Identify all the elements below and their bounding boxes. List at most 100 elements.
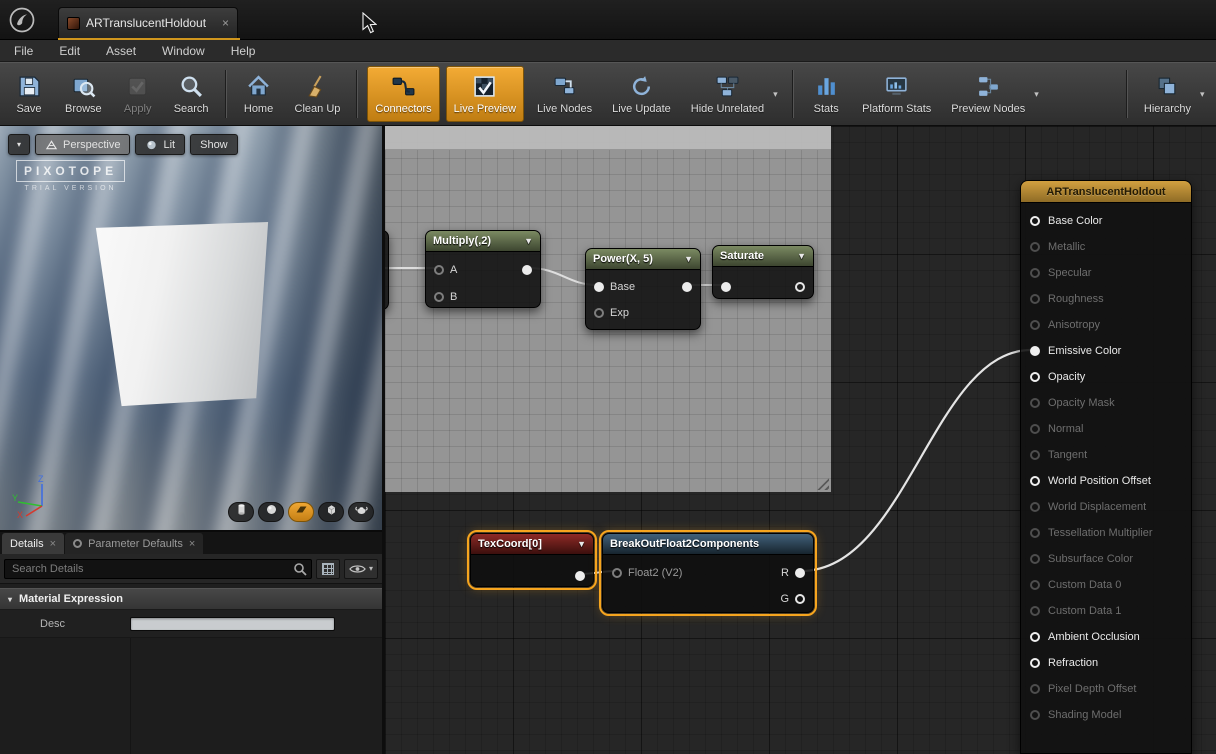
- comment-resize-handle[interactable]: [816, 477, 829, 490]
- mesh-plane-button[interactable]: [288, 502, 314, 522]
- pin-icon[interactable]: [1030, 346, 1040, 356]
- pin-icon[interactable]: [1030, 424, 1040, 434]
- pin-icon[interactable]: [1030, 216, 1040, 226]
- chevron-down-icon[interactable]: ▼: [684, 254, 693, 264]
- show-button[interactable]: Show: [190, 134, 238, 155]
- material-pin-opacity-mask[interactable]: Opacity Mask: [1021, 390, 1191, 416]
- tab-close-icon[interactable]: ×: [222, 16, 229, 30]
- live-preview-button[interactable]: Live Preview: [446, 66, 524, 122]
- preview-nodes-button[interactable]: Preview Nodes: [944, 66, 1032, 122]
- section-material-expression[interactable]: ▾ Material Expression: [0, 588, 382, 610]
- menu-window[interactable]: Window: [162, 44, 205, 58]
- output-pin[interactable]: [682, 282, 692, 292]
- material-pin-ambient-occlusion[interactable]: Ambient Occlusion: [1021, 624, 1191, 650]
- material-pin-custom-data-1[interactable]: Custom Data 1: [1021, 598, 1191, 624]
- material-pin-specular[interactable]: Specular: [1021, 260, 1191, 286]
- pin-icon[interactable]: [1030, 632, 1040, 642]
- pin-icon[interactable]: [1030, 242, 1040, 252]
- comment-box-header[interactable]: [385, 126, 831, 150]
- save-button[interactable]: Save: [6, 66, 52, 122]
- chevron-down-icon[interactable]: ▾: [1200, 89, 1210, 100]
- close-icon[interactable]: ×: [50, 538, 56, 550]
- material-pin-pixel-depth-offset[interactable]: Pixel Depth Offset: [1021, 676, 1191, 702]
- material-pin-subsurface-color[interactable]: Subsurface Color: [1021, 546, 1191, 572]
- mesh-teapot-button[interactable]: [348, 502, 374, 522]
- node-saturate[interactable]: Saturate ▼: [712, 245, 814, 299]
- node-header[interactable]: Multiply(,2) ▼: [426, 231, 540, 252]
- input-pin[interactable]: [721, 282, 731, 292]
- hierarchy-button[interactable]: Hierarchy: [1137, 66, 1198, 122]
- node-power[interactable]: Power(X, 5) ▼ Base Exp: [585, 248, 701, 330]
- menu-help[interactable]: Help: [231, 44, 256, 58]
- pin-icon[interactable]: [1030, 684, 1040, 694]
- material-pin-emissive-color[interactable]: Emissive Color: [1021, 338, 1191, 364]
- connectors-button[interactable]: Connectors: [367, 66, 439, 122]
- visibility-filter-button[interactable]: ▾: [344, 559, 378, 579]
- input-pin-b[interactable]: [434, 292, 444, 302]
- live-nodes-button[interactable]: Live Nodes: [530, 66, 599, 122]
- chevron-down-icon[interactable]: ▼: [797, 251, 806, 261]
- platform-stats-button[interactable]: Platform Stats: [855, 66, 938, 122]
- pin-icon[interactable]: [1030, 528, 1040, 538]
- close-icon[interactable]: ×: [189, 538, 195, 550]
- menu-edit[interactable]: Edit: [59, 44, 80, 58]
- asset-tab[interactable]: ARTranslucentHoldout ×: [58, 7, 238, 38]
- node-texcoord[interactable]: TexCoord[0] ▼: [470, 533, 594, 587]
- hide-unrelated-button[interactable]: Hide Unrelated: [684, 66, 771, 122]
- pin-icon[interactable]: [1030, 268, 1040, 278]
- pin-icon[interactable]: [1030, 398, 1040, 408]
- material-graph[interactable]: Multiply(,2) ▼ A B Power(X, 5) ▼: [385, 126, 1216, 754]
- pin-icon[interactable]: [1030, 710, 1040, 720]
- mesh-cylinder-button[interactable]: [228, 502, 254, 522]
- display-filter-button[interactable]: [316, 559, 340, 579]
- perspective-button[interactable]: Perspective: [35, 134, 130, 155]
- input-pin-a[interactable]: [434, 265, 444, 275]
- pin-icon[interactable]: [1030, 320, 1040, 330]
- chevron-down-icon[interactable]: ▾: [1034, 89, 1044, 100]
- pin-icon[interactable]: [1030, 606, 1040, 616]
- menu-asset[interactable]: Asset: [106, 44, 136, 58]
- pin-icon[interactable]: [1030, 658, 1040, 668]
- chevron-down-icon[interactable]: ▾: [773, 89, 783, 100]
- material-result-node[interactable]: ARTranslucentHoldout Base ColorMetallicS…: [1020, 180, 1192, 754]
- input-pin-float2[interactable]: [612, 568, 622, 578]
- output-pin[interactable]: [795, 282, 805, 292]
- desc-input[interactable]: [130, 617, 335, 631]
- menu-file[interactable]: File: [14, 44, 33, 58]
- node-header[interactable]: TexCoord[0] ▼: [471, 534, 593, 555]
- live-update-button[interactable]: Live Update: [605, 66, 678, 122]
- node-partial[interactable]: [385, 230, 389, 310]
- preview-viewport[interactable]: ▾ Perspective Lit Show PIXOTOPE TRIAL VE…: [0, 126, 382, 530]
- search-button[interactable]: Search: [167, 66, 216, 122]
- tab-parameter-defaults[interactable]: Parameter Defaults ×: [65, 533, 203, 554]
- material-pin-roughness[interactable]: Roughness: [1021, 286, 1191, 312]
- material-pin-tangent[interactable]: Tangent: [1021, 442, 1191, 468]
- home-button[interactable]: Home: [236, 66, 282, 122]
- chevron-down-icon[interactable]: ▼: [524, 236, 533, 246]
- material-pin-normal[interactable]: Normal: [1021, 416, 1191, 442]
- pin-icon[interactable]: [1030, 580, 1040, 590]
- mesh-cube-button[interactable]: [318, 502, 344, 522]
- node-breakout-float2[interactable]: BreakOutFloat2Components Float2 (V2) R G: [602, 533, 814, 613]
- browse-button[interactable]: Browse: [58, 66, 109, 122]
- stats-button[interactable]: Stats: [803, 66, 849, 122]
- pin-icon[interactable]: [1030, 294, 1040, 304]
- mesh-sphere-button[interactable]: [258, 502, 284, 522]
- node-header[interactable]: Power(X, 5) ▼: [586, 249, 700, 270]
- input-pin-exp[interactable]: [594, 308, 604, 318]
- lit-button[interactable]: Lit: [135, 134, 185, 155]
- material-pin-custom-data-0[interactable]: Custom Data 0: [1021, 572, 1191, 598]
- chevron-down-icon[interactable]: ▼: [577, 539, 586, 549]
- material-pin-anisotropy[interactable]: Anisotropy: [1021, 312, 1191, 338]
- output-pin-g[interactable]: [795, 594, 805, 604]
- search-details-input[interactable]: [4, 559, 312, 579]
- material-pin-tessellation-multiplier[interactable]: Tessellation Multiplier: [1021, 520, 1191, 546]
- output-pin[interactable]: [575, 571, 585, 581]
- viewport-options-dropdown[interactable]: ▾: [8, 134, 30, 155]
- material-pin-refraction[interactable]: Refraction: [1021, 650, 1191, 676]
- node-header[interactable]: BreakOutFloat2Components: [603, 534, 813, 555]
- material-pin-metallic[interactable]: Metallic: [1021, 234, 1191, 260]
- material-pin-shading-model[interactable]: Shading Model: [1021, 702, 1191, 728]
- material-pin-world-displacement[interactable]: World Displacement: [1021, 494, 1191, 520]
- material-node-header[interactable]: ARTranslucentHoldout: [1021, 181, 1191, 203]
